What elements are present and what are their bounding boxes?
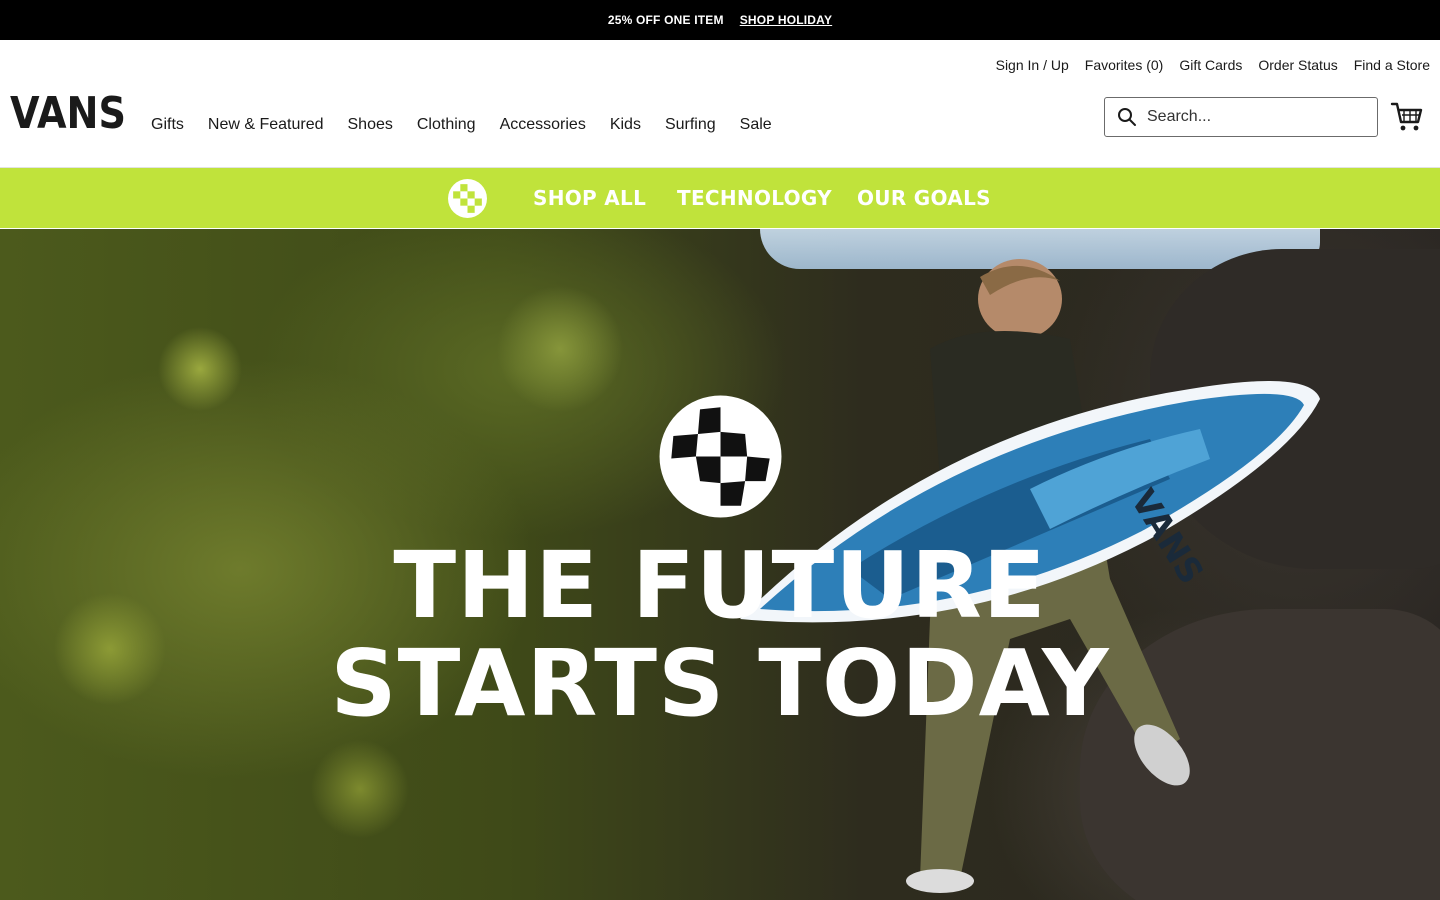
search-icon[interactable] [1117,107,1137,127]
search-box[interactable] [1104,97,1378,137]
sustainability-subnav: SHOP ALL TECHNOLOGY OUR GOALS [0,168,1440,228]
nav-gifts[interactable]: Gifts [151,116,184,134]
technology-link[interactable]: TECHNOLOGY [677,186,832,210]
sign-in-link[interactable]: Sign In / Up [996,57,1069,73]
checkerboard-globe-icon [659,395,782,518]
main-nav: Gifts New & Featured Shoes Clothing Acce… [151,116,772,134]
hero-headline: THE FUTURE STARTS TODAY [0,537,1440,733]
nav-shoes[interactable]: Shoes [348,116,393,134]
nav-sale[interactable]: Sale [740,116,772,134]
nav-new-featured[interactable]: New & Featured [208,116,324,134]
favorites-link[interactable]: Favorites (0) [1085,57,1164,73]
gift-cards-link[interactable]: Gift Cards [1179,57,1242,73]
shop-all-link[interactable]: SHOP ALL [533,186,646,210]
search-input[interactable] [1147,108,1347,126]
vans-logo[interactable]: VANS [10,90,128,134]
promo-text: 25% OFF ONE ITEM [607,13,724,27]
shop-holiday-link[interactable]: SHOP HOLIDAY [740,13,832,27]
our-goals-link[interactable]: OUR GOALS [857,186,991,210]
order-status-link[interactable]: Order Status [1258,57,1337,73]
promo-bar: 25% OFF ONE ITEM SHOP HOLIDAY [0,0,1440,40]
hero-banner[interactable]: VANS THE FUTURE STARTS TODAY [0,229,1440,900]
find-a-store-link[interactable]: Find a Store [1354,57,1430,73]
hero-headline-line2: STARTS TODAY [330,630,1110,737]
utility-nav: Sign In / Up Favorites (0) Gift Cards Or… [996,57,1430,73]
hero-headline-line1: THE FUTURE [393,532,1047,639]
nav-kids[interactable]: Kids [610,116,641,134]
cart-icon[interactable] [1390,100,1424,134]
nav-accessories[interactable]: Accessories [500,116,586,134]
nav-clothing[interactable]: Clothing [417,116,476,134]
nav-surfing[interactable]: Surfing [665,116,716,134]
vans-logo-text: VANS [10,90,126,134]
site-header: Sign In / Up Favorites (0) Gift Cards Or… [0,40,1440,168]
checkerboard-globe-icon[interactable] [447,178,488,219]
